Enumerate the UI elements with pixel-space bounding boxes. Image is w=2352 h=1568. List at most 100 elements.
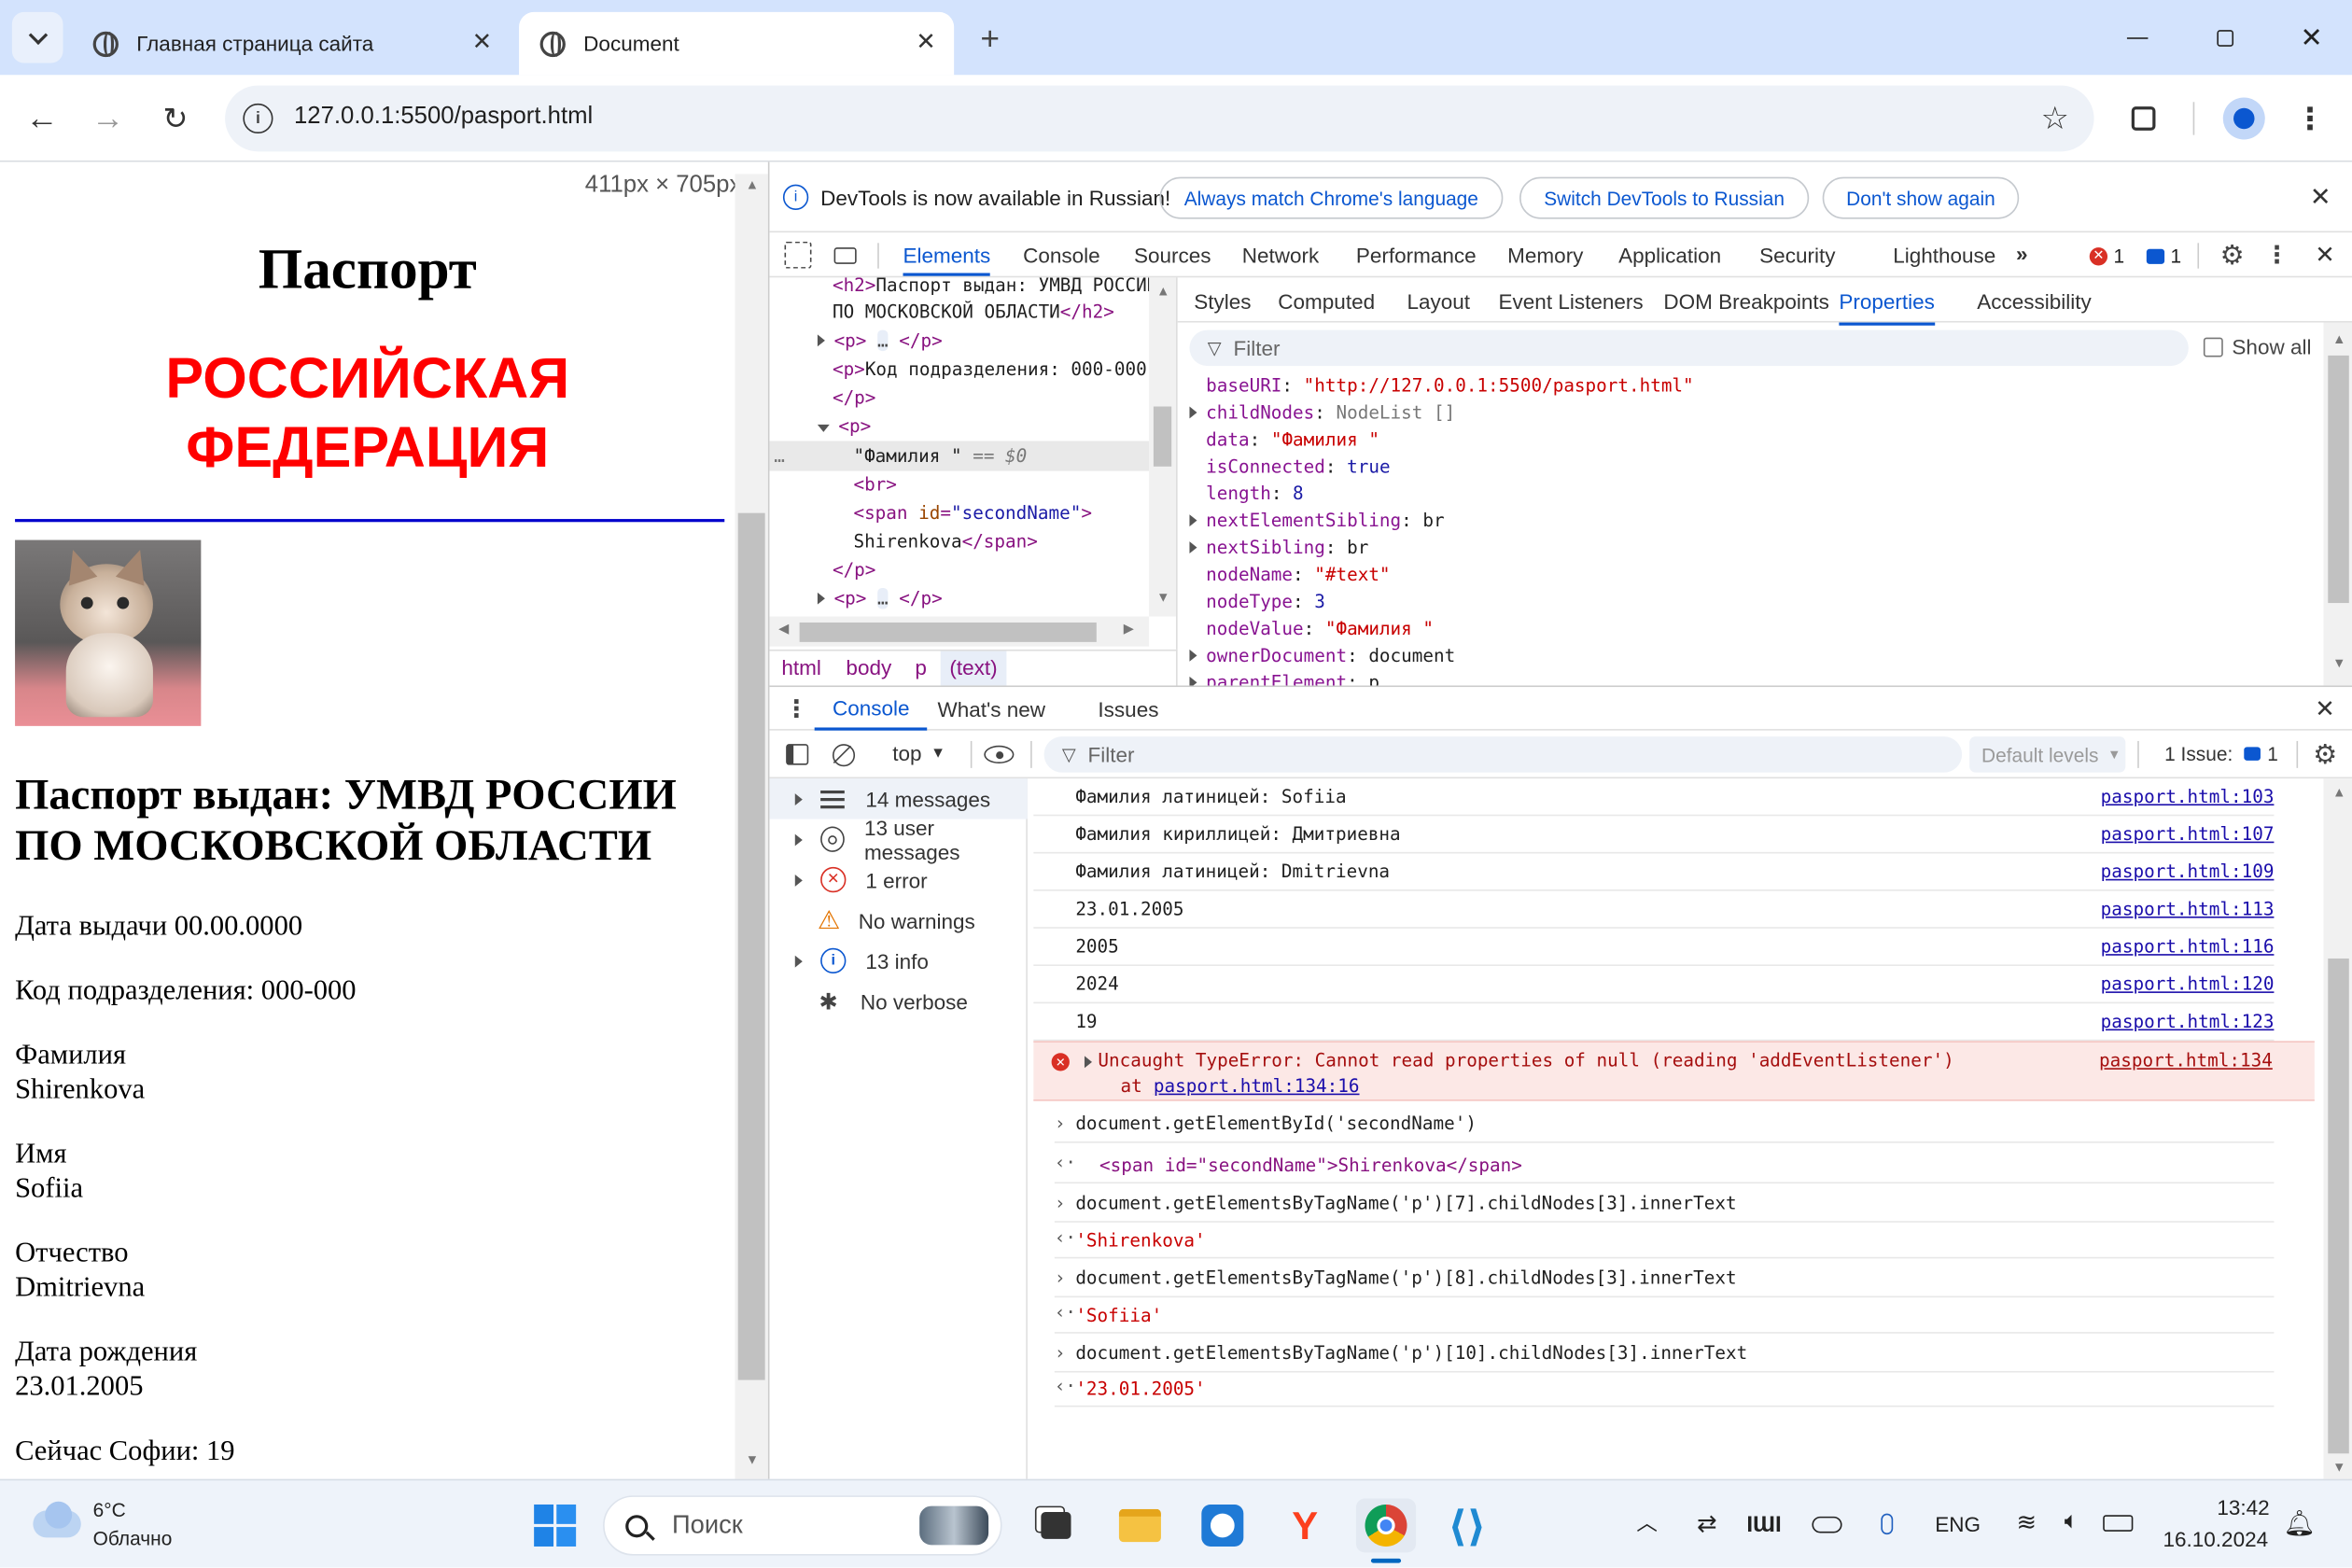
dom-line-p-code[interactable]: <p>Код подразделения: 000-000 [833, 356, 1147, 383]
onedrive-cloud-icon[interactable] [1809, 1510, 1845, 1537]
property-row[interactable]: nextElementSibling: br [1189, 507, 1445, 534]
vscode-icon[interactable]: ⟨⟩ [1440, 1499, 1494, 1553]
dom-line-span-text[interactable]: Shirenkova</span> [853, 528, 1037, 555]
elements-h-scrollbar[interactable]: ◀ ▶ [769, 616, 1150, 647]
always-match-language-button[interactable]: Always match Chrome's language [1159, 176, 1504, 219]
expand-triangle-icon[interactable] [1189, 649, 1197, 662]
source-link[interactable]: pasport.html:113 [2101, 899, 2275, 920]
console-scrollbar[interactable]: ▲ ▼ [2323, 778, 2352, 1479]
log-message[interactable]: 23.01.2005 pasport.html:113 [1033, 891, 2275, 929]
property-row[interactable]: isConnected: true [1189, 453, 1390, 480]
console-scrollbar-thumb[interactable] [2328, 958, 2349, 1454]
elements-h-scrollbar-thumb[interactable] [799, 622, 1097, 642]
dom-line-p-open[interactable]: <p> [817, 413, 871, 440]
clock-time[interactable]: 13:42 [2217, 1495, 2269, 1519]
restore-button[interactable] [2202, 18, 2247, 57]
close-devtools-icon[interactable]: ✕ [2308, 239, 2341, 272]
tab-network[interactable]: Network [1242, 234, 1320, 276]
source-link[interactable]: pasport.html:120 [2101, 973, 2275, 995]
back-button[interactable]: ← [18, 96, 65, 141]
drawer-tab-console[interactable]: Console [814, 687, 928, 731]
dom-line-p-collapsed2[interactable]: <p> … </p> [817, 585, 943, 612]
elements-v-scrollbar[interactable]: ▲ ▼ [1149, 277, 1177, 617]
property-row[interactable]: data: "Фамилия " [1189, 426, 1379, 453]
sidebar-toggle-icon[interactable] [781, 739, 811, 769]
bookmark-star-icon[interactable]: ☆ [2037, 101, 2074, 137]
tab-console[interactable]: Console [1023, 234, 1100, 276]
collapse-triangle-icon[interactable] [817, 424, 830, 432]
app-tray-icon[interactable]: IƜI [1746, 1507, 1781, 1540]
property-row[interactable]: nodeValue: "Фамилия " [1189, 615, 1434, 642]
inspect-element-icon[interactable] [784, 241, 812, 269]
source-link[interactable]: pasport.html:107 [2101, 823, 2275, 845]
new-tab-button[interactable]: + [969, 18, 1011, 60]
forward-button[interactable]: → [84, 96, 132, 141]
property-row[interactable]: childNodes: NodeList [] [1189, 399, 1455, 427]
tab-search-button[interactable] [11, 11, 63, 63]
error-source-link[interactable]: pasport.html:134 [2099, 1050, 2273, 1071]
breadcrumb-html[interactable]: html [781, 655, 821, 679]
expand-triangle-icon[interactable] [1189, 676, 1197, 686]
close-drawer-icon[interactable]: ✕ [2308, 693, 2341, 726]
console-input-row[interactable]: › document.getElementById('secondName') [1054, 1105, 2275, 1143]
close-tab-icon[interactable]: ✕ [916, 27, 936, 57]
source-link[interactable]: pasport.html:116 [2101, 936, 2275, 958]
tab-document[interactable]: Document ✕ [519, 11, 955, 76]
keyboard-language[interactable]: ENG [1935, 1512, 1981, 1536]
tab-lighthouse[interactable]: Lighthouse [1893, 234, 1995, 276]
start-button[interactable] [528, 1499, 582, 1553]
breadcrumb-body[interactable]: body [846, 655, 891, 679]
dom-line-p-collapsed[interactable]: <p> … </p> [817, 327, 943, 354]
console-filter-input[interactable]: ▽ Filter [1043, 736, 1963, 773]
menu-icon[interactable]: ⋮ [2292, 97, 2329, 139]
tab-dom-breakpoints[interactable]: DOM Breakpoints [1663, 289, 1829, 314]
tab-event-listeners[interactable]: Event Listeners [1499, 289, 1644, 314]
expand-triangle-icon[interactable] [817, 592, 825, 605]
log-levels-dropdown[interactable]: Default levels ▼ [1969, 736, 2126, 773]
tab-performance[interactable]: Performance [1356, 234, 1477, 276]
breadcrumb-p[interactable]: p [915, 655, 927, 679]
page-scrollbar[interactable]: ▲ ▼ [735, 174, 768, 1479]
close-tab-icon[interactable]: ✕ [472, 27, 493, 57]
dom-line-h2-open[interactable]: <h2>Паспорт выдан: УМВД РОССИИ [833, 277, 1157, 299]
settings-gear-icon[interactable]: ⚙ [2216, 239, 2248, 272]
property-row[interactable]: nodeType: 3 [1189, 588, 1325, 615]
property-row[interactable]: parentElement: p [1189, 669, 1379, 686]
property-row[interactable]: ownerDocument: document [1189, 642, 1455, 669]
battery-icon[interactable] [2100, 1509, 2136, 1536]
error-counter[interactable]: ✕ 1 [2089, 245, 2124, 267]
context-selector[interactable]: top ▼ [892, 741, 945, 765]
clear-console-icon[interactable] [828, 739, 858, 769]
console-result-row[interactable]: ‹· <span id="secondName">Shirenkova</span… [1054, 1147, 2275, 1184]
issues-link[interactable]: 1 Issue: 1 [2164, 743, 2278, 765]
console-input-row[interactable]: › document.getElementsByTagName('p')[7].c… [1054, 1185, 2275, 1223]
microphone-icon[interactable] [1872, 1506, 1902, 1543]
dont-show-again-button[interactable]: Don't show again [1822, 176, 2020, 219]
expand-triangle-icon[interactable] [1189, 406, 1197, 419]
tab-elements[interactable]: Elements [903, 234, 991, 276]
tab-sources[interactable]: Sources [1134, 234, 1211, 276]
log-message[interactable]: Фамилия латиницей: Sofiia pasport.html:10… [1033, 778, 2275, 817]
property-row[interactable]: nextSibling: br [1189, 534, 1368, 561]
source-link[interactable]: pasport.html:109 [2101, 861, 2275, 883]
dom-line-selected-text[interactable]: … [774, 442, 785, 469]
settings-sliders-icon[interactable]: ⇄ [1690, 1507, 1723, 1540]
elements-v-scrollbar-thumb[interactable] [1153, 406, 1172, 467]
log-message[interactable]: 2005 pasport.html:116 [1033, 929, 2275, 967]
device-toolbar-icon[interactable] [830, 240, 860, 270]
page-scrollbar-thumb[interactable] [737, 512, 765, 1380]
error-message[interactable]: ✕ Uncaught TypeError: Cannot read proper… [1033, 1041, 2315, 1101]
properties-scrollbar-thumb[interactable] [2328, 355, 2349, 604]
properties-filter[interactable]: ▽ Filter [1189, 329, 2189, 367]
tab-security[interactable]: Security [1759, 234, 1835, 276]
clock-date[interactable]: 16.10.2024 [2163, 1527, 2269, 1551]
dom-line-p-close2[interactable]: </p> [833, 556, 875, 583]
expand-triangle-icon[interactable] [817, 334, 825, 347]
notification-bell-icon[interactable]: 🔔︎ [2283, 1507, 2316, 1540]
dom-line-text-node[interactable]: "Фамилия " == $0 [853, 442, 1027, 469]
tab-layout[interactable]: Layout [1407, 289, 1471, 314]
dom-line-br[interactable]: <br> [853, 471, 896, 498]
log-message[interactable]: 2024 pasport.html:120 [1033, 966, 2275, 1004]
error-stack-link[interactable]: pasport.html:134:16 [1154, 1075, 1360, 1097]
reload-button[interactable]: ↻ [151, 96, 199, 141]
